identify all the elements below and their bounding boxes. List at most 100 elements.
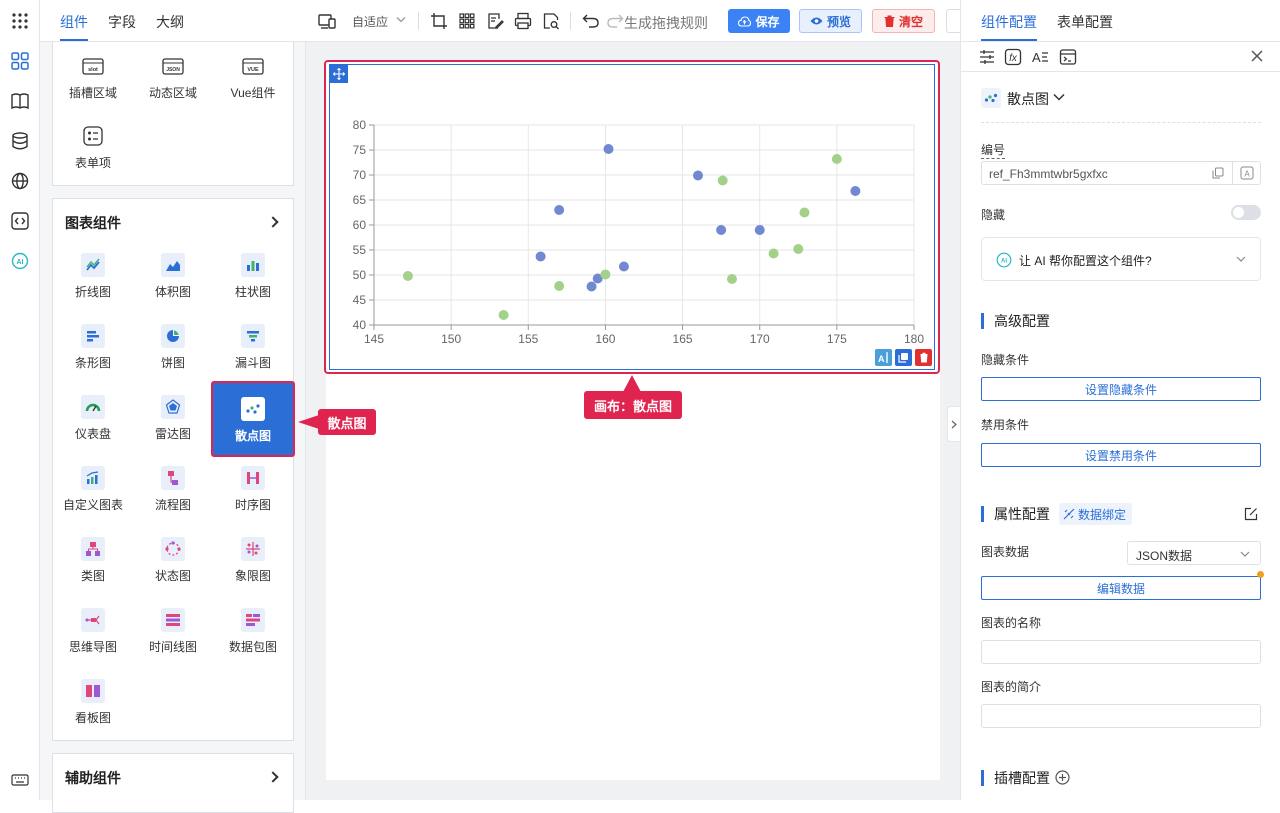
database-icon[interactable]: [10, 131, 30, 151]
set-hide-condition-button[interactable]: 设置隐藏条件: [981, 377, 1261, 401]
quadrant-chart-icon: [241, 537, 265, 561]
chevron-right-icon[interactable]: [267, 771, 279, 783]
component-label: 类图: [80, 569, 105, 583]
chart-component-class-diagram[interactable]: 类图: [53, 525, 133, 591]
function-icon[interactable]: fx: [1004, 48, 1022, 66]
ai-icon[interactable]: AI: [10, 251, 30, 271]
app-rail: AI: [0, 0, 40, 800]
terminal-icon[interactable]: [1059, 48, 1077, 66]
app-grid-icon[interactable]: [10, 11, 30, 31]
keyboard-icon[interactable]: [10, 770, 30, 790]
component-dynamic-area[interactable]: JSON 动态区域: [133, 42, 213, 108]
copy-icon[interactable]: [895, 349, 912, 366]
edit-icon[interactable]: [1244, 507, 1258, 521]
component-label: 时序图: [234, 498, 271, 512]
add-circle-icon[interactable]: [1055, 770, 1070, 785]
scatter-point-series-2: [600, 269, 611, 280]
scatter-point-series-1: [603, 144, 614, 154]
toggle-knob: [1233, 207, 1244, 218]
id-input[interactable]: ref_Fh3mmtwbr5gxfxc: [981, 161, 1233, 185]
edit-data-button[interactable]: 编辑数据: [981, 576, 1261, 600]
code-icon[interactable]: [10, 211, 30, 231]
tab-component-config[interactable]: 组件配置: [981, 12, 1037, 32]
chart-component-funnel-chart[interactable]: 漏斗图: [213, 312, 293, 378]
chevron-right-icon[interactable]: [267, 216, 279, 228]
toolbar-overflow-button[interactable]: [946, 9, 960, 33]
tab-fields[interactable]: 字段: [108, 12, 136, 32]
component-slot-area[interactable]: slot 插槽区域: [53, 42, 133, 108]
copy-icon[interactable]: [1212, 167, 1224, 179]
generate-drag-rules-button[interactable]: 生成拖拽规则: [624, 13, 708, 33]
ai-assist-icon[interactable]: A: [875, 349, 892, 366]
component-label: 柱状图: [234, 285, 271, 299]
data-binding-badge[interactable]: 数据绑定: [1059, 503, 1133, 525]
chart-component-flow-chart[interactable]: 流程图: [133, 454, 213, 520]
sliders-icon[interactable]: [978, 48, 996, 66]
clear-button[interactable]: 清空: [872, 9, 935, 33]
chart-component-kanban[interactable]: 看板图: [53, 667, 133, 733]
chart-component-pie-chart[interactable]: 饼图: [133, 312, 213, 378]
chart-component-area-chart[interactable]: 体积图: [133, 241, 213, 307]
custom-chart-icon: [81, 466, 105, 490]
tab-form-config[interactable]: 表单配置: [1057, 12, 1113, 32]
chart-component-quadrant-chart[interactable]: 象限图: [213, 525, 293, 591]
chart-data-select[interactable]: JSON数据: [1127, 541, 1261, 565]
components-icon[interactable]: [10, 51, 30, 71]
component-vue[interactable]: VUE Vue组件: [213, 42, 293, 108]
scatter-point-series-1: [693, 170, 703, 181]
chart-component-timeline-chart[interactable]: 时间线图: [133, 596, 213, 662]
layout-grid-icon[interactable]: [458, 12, 476, 30]
tab-components[interactable]: 组件: [60, 12, 88, 32]
chart-component-mind-map[interactable]: 思维导图: [53, 596, 133, 662]
print-icon[interactable]: [514, 12, 532, 30]
crop-icon[interactable]: [430, 12, 448, 30]
book-icon[interactable]: [10, 91, 30, 111]
slot-icon: slot: [81, 54, 105, 78]
chart-component-state-diagram[interactable]: 状态图: [133, 525, 213, 591]
chart-section-title: 图表组件: [65, 215, 121, 231]
globe-icon[interactable]: [10, 171, 30, 191]
document-search-icon[interactable]: [542, 12, 560, 30]
chart-component-packet-chart[interactable]: 数据包图: [213, 596, 293, 662]
set-disable-condition-button[interactable]: 设置禁用条件: [981, 443, 1261, 467]
text-style-icon[interactable]: A: [1031, 48, 1049, 66]
scatter-point-series-1: [554, 205, 565, 215]
scatter-chart-component[interactable]: 145 150 155 160 165 170 175 180 40 45 50 55 60 65 70 75…: [329, 64, 935, 370]
undo-icon[interactable]: [582, 12, 600, 30]
chart-component-horizontal-bar[interactable]: 条形图: [53, 312, 133, 378]
collapse-right-panel-button[interactable]: [947, 406, 960, 442]
chevron-down-icon[interactable]: [396, 16, 406, 24]
device-icon[interactable]: [318, 12, 336, 30]
id-format-button[interactable]: A: [1233, 161, 1261, 185]
preview-button[interactable]: 预览: [799, 9, 862, 33]
close-icon[interactable]: [1250, 49, 1264, 63]
chart-component-line-chart[interactable]: 折线图: [53, 241, 133, 307]
tab-outline[interactable]: 大纲: [156, 12, 184, 32]
chart-component-custom-chart[interactable]: 自定义图表: [53, 454, 133, 520]
chevron-down-icon: [1240, 551, 1250, 557]
chart-component-scatter-chart[interactable]: 散点图: [211, 381, 295, 457]
ai-config-panel[interactable]: AI 让 AI 帮你配置这个组件?: [981, 237, 1261, 281]
hidden-toggle[interactable]: [1231, 205, 1261, 220]
chevron-down-icon[interactable]: [1053, 93, 1065, 101]
edit-icon[interactable]: [486, 12, 504, 30]
y-tick-label: 75: [353, 143, 367, 157]
id-value: ref_Fh3mmtwbr5gxfxc: [989, 167, 1108, 181]
chart-component-sequence-chart[interactable]: 时序图: [213, 454, 293, 520]
chevron-down-icon[interactable]: [1236, 256, 1246, 263]
svg-text:A: A: [878, 354, 885, 364]
chart-component-bar-chart[interactable]: 柱状图: [213, 241, 293, 307]
save-button[interactable]: 保存: [728, 9, 790, 33]
delete-icon[interactable]: [915, 349, 932, 366]
link-icon: [1063, 508, 1075, 520]
chart-desc-input[interactable]: [981, 704, 1261, 728]
chart-component-radar-chart[interactable]: 雷达图: [133, 383, 213, 449]
component-form-item[interactable]: 表单项: [53, 112, 133, 178]
redo-icon[interactable]: [606, 12, 624, 30]
component-type-select[interactable]: 散点图: [1007, 89, 1049, 109]
fit-mode-select[interactable]: 自适应: [352, 13, 388, 30]
chart-components-card: 图表组件 折线图 体积图柱状图条形图 饼图 漏斗图仪表盘 雷达图 散点图自定义图表 流程图时…: [52, 198, 295, 741]
chart-name-input[interactable]: [981, 640, 1261, 664]
design-canvas[interactable]: 145 150 155 160 165 170 175 180 40 45 50 55 60 65 70 75…: [324, 60, 940, 780]
chart-component-gauge[interactable]: 仪表盘: [53, 383, 133, 449]
